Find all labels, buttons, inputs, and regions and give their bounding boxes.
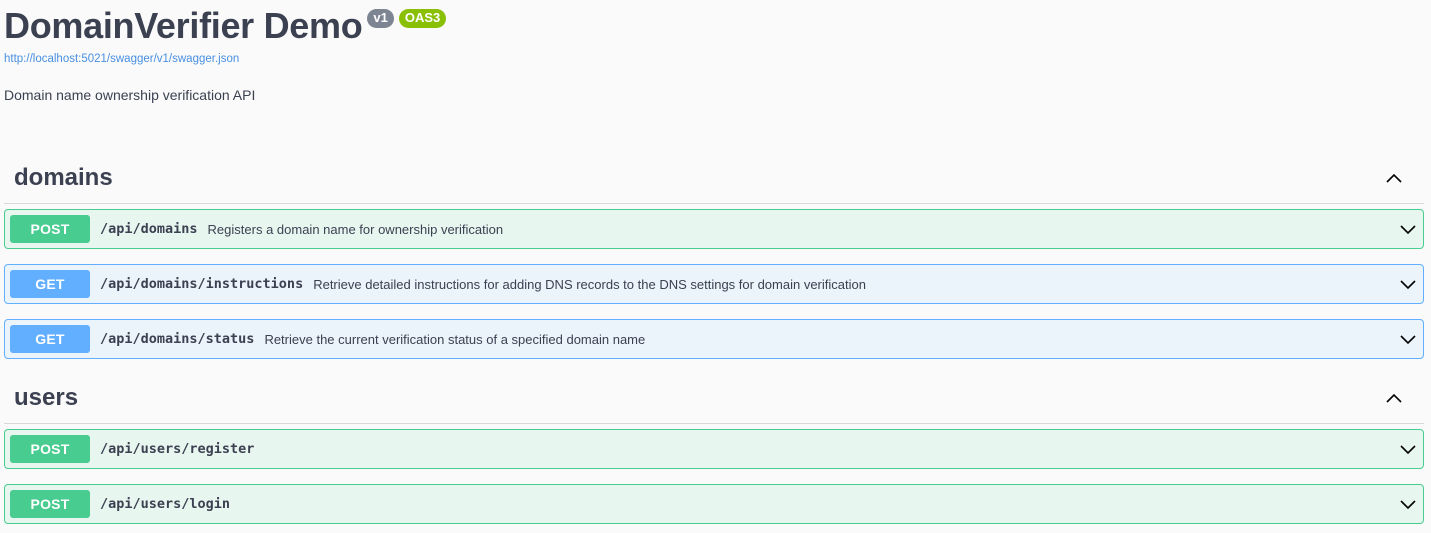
operation-post-api-domains[interactable]: POST /api/domains Registers a domain nam… — [4, 209, 1424, 249]
spec-badge: OAS3 — [398, 9, 447, 28]
operation-path: /api/users/login — [100, 496, 231, 512]
operation-path: /api/users/register — [100, 441, 255, 457]
title-row: DomainVerifier Demo v1 OAS3 — [4, 4, 447, 48]
tag-name: users — [14, 383, 79, 411]
operation-post-api-users-register[interactable]: POST /api/users/register — [4, 429, 1424, 469]
chevron-down-icon[interactable] — [1399, 442, 1417, 456]
chevron-down-icon[interactable] — [1399, 222, 1417, 236]
chevron-up-icon[interactable] — [1384, 171, 1404, 185]
method-badge: GET — [10, 325, 90, 353]
tag-section-domains: domains — [4, 152, 1424, 204]
operation-summary: Retrieve the current verification status… — [264, 331, 646, 347]
method-badge: POST — [10, 490, 90, 518]
operation-get-api-domains-instructions[interactable]: GET /api/domains/instructions Retrieve d… — [4, 264, 1424, 304]
operation-summary: Retrieve detailed instructions for addin… — [313, 276, 866, 292]
method-badge: POST — [10, 435, 90, 463]
operation-path: /api/domains/instructions — [100, 276, 304, 292]
operation-path: /api/domains/status — [100, 331, 255, 347]
api-description: Domain name ownership verification API — [4, 87, 256, 103]
chevron-up-icon[interactable] — [1384, 391, 1404, 405]
chevron-down-icon[interactable] — [1399, 332, 1417, 346]
tag-header-users[interactable]: users — [4, 372, 1424, 424]
chevron-down-icon[interactable] — [1399, 277, 1417, 291]
operation-post-api-users-login[interactable]: POST /api/users/login — [4, 484, 1424, 524]
method-badge: GET — [10, 270, 90, 298]
chevron-down-icon[interactable] — [1399, 497, 1417, 511]
spec-url-link[interactable]: http://localhost:5021/swagger/v1/swagger… — [4, 52, 446, 66]
tag-name: domains — [14, 163, 113, 191]
operation-summary: Registers a domain name for ownership ve… — [207, 221, 504, 237]
version-badge: v1 — [367, 9, 394, 28]
operation-path: /api/domains — [100, 221, 198, 237]
tag-header-domains[interactable]: domains — [4, 152, 1424, 204]
tag-section-users: users — [4, 372, 1424, 424]
api-info: DomainVerifier Demo v1 OAS3 http://local… — [4, 4, 447, 104]
method-badge: POST — [10, 215, 90, 243]
operation-get-api-domains-status[interactable]: GET /api/domains/status Retrieve the cur… — [4, 319, 1424, 359]
api-title: DomainVerifier Demo — [4, 5, 363, 46]
